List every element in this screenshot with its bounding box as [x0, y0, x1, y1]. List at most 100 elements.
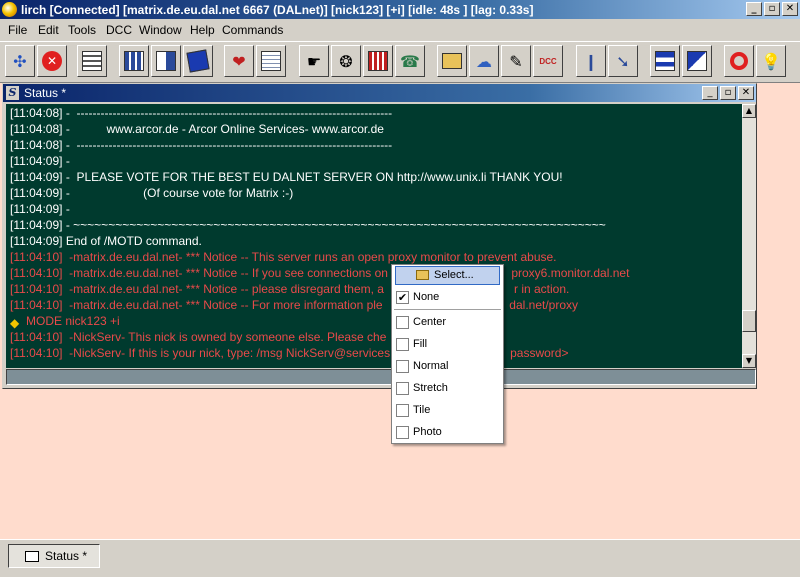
menu-item-label: Fill — [413, 338, 428, 350]
status-window-icon[interactable]: S — [6, 86, 19, 100]
status-text-area[interactable]: [11:04:08] - ---------------------------… — [6, 104, 742, 368]
status-line-text: [11:04:09] - ~~~~~~~~~~~~~~~~~~~~~~~~~~~… — [10, 218, 606, 232]
checkbox[interactable] — [396, 316, 409, 329]
menu-item-none[interactable]: ✔ None — [392, 287, 503, 309]
status-line-text: [11:04:08] - www.arcor.de - Arcor Online… — [10, 122, 384, 136]
status-window-title-bar[interactable]: S Status * _ ▫ ✕ — [3, 84, 756, 102]
vertical-scrollbar[interactable]: ▲ ▼ — [742, 104, 756, 368]
menu-item-tile[interactable]: Tile — [392, 400, 503, 422]
folder-button[interactable] — [437, 45, 467, 77]
status-line: ◆ MODE nick123 +i — [10, 313, 120, 330]
arrange-icon: ➘ — [616, 51, 630, 71]
address-book-button[interactable]: ❤ — [224, 45, 254, 77]
menu-item-normal[interactable]: Normal — [392, 356, 503, 378]
status-line: [11:04:08] - ---------------------------… — [10, 137, 392, 153]
colors-button[interactable] — [363, 45, 393, 77]
menu-commands[interactable]: Commands — [222, 23, 283, 37]
menu-item-select[interactable]: Select... — [392, 265, 503, 287]
close-button[interactable]: ✕ — [782, 2, 798, 16]
taskbar-status-label: Status * — [45, 549, 88, 563]
scroll-down-button[interactable]: ▼ — [742, 354, 756, 368]
scroll-thumb[interactable] — [742, 310, 756, 332]
menu-tools[interactable]: Tools — [68, 23, 96, 37]
menu-separator — [394, 309, 501, 310]
status-line: [11:04:09] - — [10, 153, 70, 169]
channel-folder-icon — [156, 51, 176, 71]
tile-cascade-button[interactable] — [682, 45, 712, 77]
app-icon[interactable] — [2, 2, 17, 17]
scroll-up-button[interactable]: ▲ — [742, 104, 756, 118]
menu-item-select-label: Select... — [434, 269, 474, 281]
status-line-text: [11:04:10] -NickServ- This nick is owned… — [10, 330, 387, 344]
log-icon — [261, 51, 281, 71]
checkbox[interactable] — [396, 360, 409, 373]
menu-dcc[interactable]: DCC — [106, 23, 132, 37]
status-line-text: [11:04:09] - — [10, 154, 70, 168]
status-minimize-button[interactable]: _ — [702, 86, 718, 100]
folder-icon — [416, 270, 429, 280]
status-line-text: [11:04:09] - (Of course vote for Matrix … — [10, 186, 294, 200]
options-icon — [82, 51, 102, 71]
tips-button[interactable]: 💡 — [756, 45, 786, 77]
log-button[interactable] — [256, 45, 286, 77]
status-line: [11:04:09] End of /MOTD command. — [10, 233, 202, 249]
options-button[interactable] — [77, 45, 107, 77]
checkbox[interactable] — [396, 404, 409, 417]
menu-item-stretch[interactable]: Stretch — [392, 378, 503, 400]
status-restore-button[interactable]: ▫ — [720, 86, 736, 100]
url-catcher-button[interactable]: ☛ — [299, 45, 329, 77]
taskbar: Status * — [0, 539, 800, 577]
query-button[interactable]: ☁ — [469, 45, 499, 77]
command-input[interactable] — [6, 369, 756, 385]
connect-button[interactable]: ✣ — [5, 45, 35, 77]
checkbox[interactable] — [396, 382, 409, 395]
status-line: [11:04:08] - ---------------------------… — [10, 105, 392, 121]
disconnect-button[interactable]: ✕ — [37, 45, 67, 77]
notify-button[interactable] — [183, 45, 213, 77]
menu-file[interactable]: File — [8, 23, 27, 37]
menu-item-select-highlight: Select... — [395, 266, 500, 285]
menu-edit[interactable]: Edit — [38, 23, 59, 37]
checkbox[interactable]: ✔ — [396, 291, 409, 304]
dcc-send-button[interactable]: DCC — [533, 45, 563, 77]
tile-horizontal-button[interactable] — [650, 45, 680, 77]
scripts-button[interactable]: ❂ — [331, 45, 361, 77]
menu-window[interactable]: Window — [139, 23, 182, 37]
checkbox[interactable] — [396, 338, 409, 351]
status-window-title: Status * — [24, 86, 67, 100]
channel-folder-button[interactable] — [151, 45, 181, 77]
menu-item-photo[interactable]: Photo — [392, 422, 503, 444]
menu-help[interactable]: Help — [190, 23, 215, 37]
window-icon — [25, 551, 39, 562]
status-line: [11:04:09] - — [10, 201, 70, 217]
edit-button[interactable]: ✎ — [501, 45, 531, 77]
connect-icon: ✣ — [13, 51, 27, 71]
tips-icon: 💡 — [761, 51, 781, 71]
menu-item-center[interactable]: Center — [392, 312, 503, 334]
checkbox[interactable] — [396, 426, 409, 439]
minimize-button[interactable]: _ — [746, 2, 762, 16]
status-close-button[interactable]: ✕ — [738, 86, 754, 100]
window-title: lirch [Connected] [matrix.de.eu.dal.net … — [21, 3, 534, 17]
menu-item-label: Stretch — [413, 382, 448, 394]
window-controls: _ ▫ ✕ — [746, 2, 798, 16]
dcc-chat-button[interactable]: ☎ — [395, 45, 425, 77]
highlight-button[interactable]: ❙ — [576, 45, 606, 77]
edit-icon: ✎ — [509, 51, 523, 71]
address-book-icon: ❤ — [232, 51, 246, 71]
help-button[interactable] — [724, 45, 754, 77]
query-icon: ☁ — [476, 51, 492, 71]
arrange-button[interactable]: ➘ — [608, 45, 638, 77]
channels-list-button[interactable] — [119, 45, 149, 77]
status-window[interactable]: S Status * _ ▫ ✕ [11:04:08] - ----------… — [2, 83, 757, 389]
menu-bar: File Edit Tools DCC Window Help Commands — [0, 19, 800, 42]
notify-icon — [186, 49, 210, 73]
scripts-icon: ❂ — [339, 51, 353, 71]
dcc-send-icon: DCC — [539, 56, 557, 66]
status-line: [11:04:08] - www.arcor.de - Arcor Online… — [10, 121, 384, 137]
status-line: [11:04:10] -matrix.de.eu.dal.net- *** No… — [10, 265, 629, 281]
toolbar: ✣ ✕ ❤ ☛ ❂ ☎ ☁ ✎ DCC ❙ ➘ 💡 — [0, 42, 800, 83]
taskbar-status-button[interactable]: Status * — [8, 544, 100, 568]
maximize-button[interactable]: ▫ — [764, 2, 780, 16]
menu-item-fill[interactable]: Fill — [392, 334, 503, 356]
